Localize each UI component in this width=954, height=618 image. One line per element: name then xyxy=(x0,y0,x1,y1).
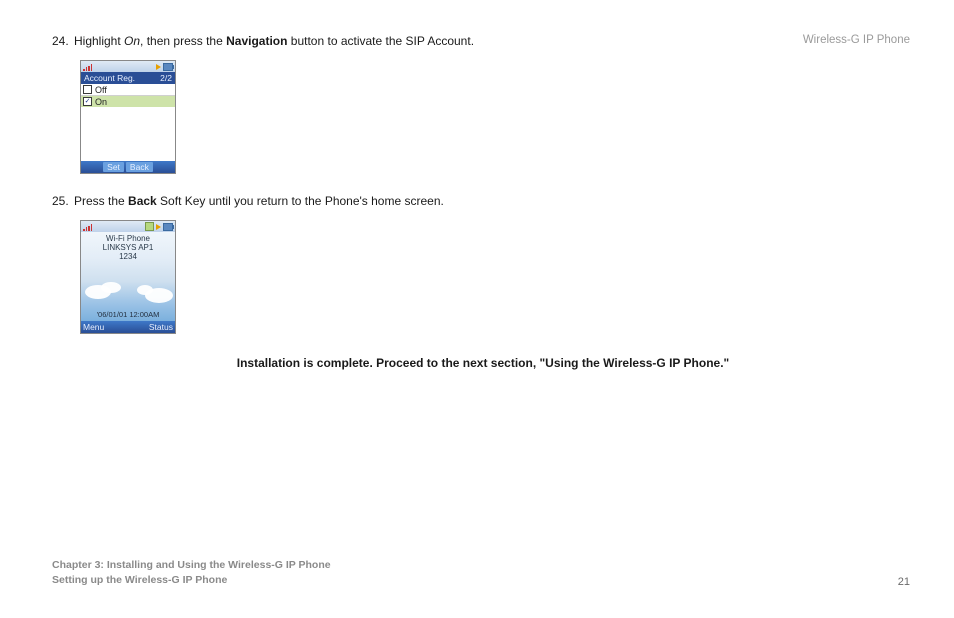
phone-body xyxy=(81,107,175,161)
phone-screenshot-home: Wi-Fi Phone LINKSYS AP1 1234 '06/01/01 1… xyxy=(80,220,176,334)
sound-icon xyxy=(156,64,161,70)
step-number: 25. xyxy=(52,194,74,208)
softkey-set: Set xyxy=(103,162,124,172)
list-item-label: On xyxy=(95,97,107,107)
text: Highlight xyxy=(74,34,124,48)
screen-counter: 2/2 xyxy=(160,73,172,83)
cloud-icon xyxy=(137,285,153,295)
bold-navigation: Navigation xyxy=(226,34,287,48)
phone-softkey-bar: Set Back xyxy=(81,161,175,173)
phone-softkey-bar: Menu Status xyxy=(81,321,175,333)
msg-icon xyxy=(145,222,154,231)
softkey-menu: Menu xyxy=(83,322,104,332)
screen-title: Account Reg. xyxy=(84,73,135,83)
home-line2: LINKSYS AP1 xyxy=(81,243,175,252)
footer-left: Chapter 3: Installing and Using the Wire… xyxy=(52,558,331,588)
list-item-label: Off xyxy=(95,85,107,95)
page-footer: Chapter 3: Installing and Using the Wire… xyxy=(52,558,910,588)
phone-status-bar xyxy=(81,221,175,232)
text: button to activate the SIP Account. xyxy=(287,34,474,48)
document-page: Wireless-G IP Phone 24. Highlight On, th… xyxy=(0,0,954,618)
running-header: Wireless-G IP Phone xyxy=(803,34,910,46)
phone-screenshot-account-reg: Account Reg. 2/2 Off ✓ On Set Back xyxy=(80,60,176,174)
home-line3: 1234 xyxy=(81,252,175,261)
phone-home-body: Wi-Fi Phone LINKSYS AP1 1234 '06/01/01 1… xyxy=(81,232,175,321)
phone-status-bar xyxy=(81,61,175,72)
emphasis-on: On xyxy=(124,34,140,48)
completion-message: Installation is complete. Proceed to the… xyxy=(52,356,914,370)
list-item-on: ✓ On xyxy=(81,96,175,107)
signal-icon xyxy=(83,223,92,231)
list-item-off: Off xyxy=(81,84,175,96)
sound-icon xyxy=(156,224,161,230)
battery-icon xyxy=(163,63,173,71)
home-timestamp: '06/01/01 12:00AM xyxy=(81,310,175,319)
footer-section: Setting up the Wireless-G IP Phone xyxy=(52,573,331,588)
home-line1: Wi-Fi Phone xyxy=(81,234,175,243)
instruction-step-25: 25. Press the Back Soft Key until you re… xyxy=(52,194,914,208)
cloud-icon xyxy=(101,282,121,293)
battery-icon xyxy=(163,223,173,231)
step-text: Highlight On, then press the Navigation … xyxy=(74,34,914,48)
text: Press the xyxy=(74,194,128,208)
bold-back: Back xyxy=(128,194,157,208)
footer-page-number: 21 xyxy=(898,576,910,588)
footer-chapter: Chapter 3: Installing and Using the Wire… xyxy=(52,558,331,573)
checkbox-checked-icon: ✓ xyxy=(83,97,92,106)
text: , then press the xyxy=(140,34,226,48)
softkey-back: Back xyxy=(126,162,153,172)
checkbox-icon xyxy=(83,85,92,94)
text: Soft Key until you return to the Phone's… xyxy=(157,194,444,208)
step-number: 24. xyxy=(52,34,74,48)
instruction-step-24: 24. Highlight On, then press the Navigat… xyxy=(52,34,914,48)
softkey-status: Status xyxy=(149,322,173,332)
step-text: Press the Back Soft Key until you return… xyxy=(74,194,914,208)
signal-icon xyxy=(83,63,92,71)
phone-screen-title-bar: Account Reg. 2/2 xyxy=(81,72,175,84)
